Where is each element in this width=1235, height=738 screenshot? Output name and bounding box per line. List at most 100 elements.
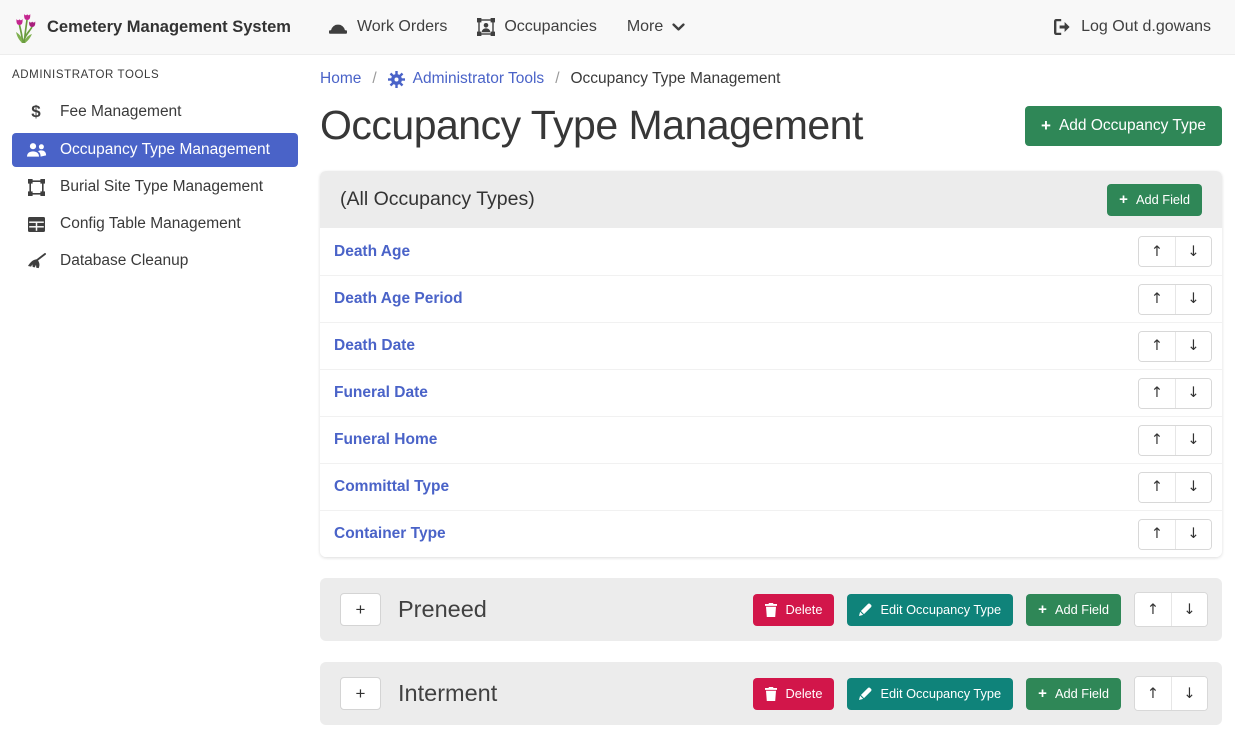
move-up-button[interactable]: ↑	[1139, 426, 1175, 455]
move-down-button[interactable]: ↓	[1171, 593, 1207, 626]
occupancy-type-section-interment: + Interment Delete	[320, 662, 1222, 725]
move-up-button[interactable]: ↑	[1135, 593, 1171, 626]
nav-label: Work Orders	[357, 18, 447, 36]
page-title: Occupancy Type Management	[320, 102, 863, 149]
occupancy-type-section-preneed: + Preneed Delete	[320, 578, 1222, 641]
sidebar-item-burial-site-type-management[interactable]: Burial Site Type Management	[12, 170, 298, 204]
sidebar-heading: ADMINISTRATOR TOOLS	[0, 61, 310, 91]
nav-label: Occupancies	[504, 18, 597, 36]
pencil-icon	[859, 603, 872, 616]
delete-button[interactable]: Delete	[753, 594, 834, 626]
move-up-button[interactable]: ↑	[1139, 379, 1175, 408]
edit-occupancy-type-button[interactable]: Edit Occupancy Type	[847, 678, 1013, 710]
sidebar-item-label: Fee Management	[60, 103, 182, 121]
sidebar-item-fee-management[interactable]: $ Fee Management	[12, 94, 298, 130]
sidebar-item-config-table-management[interactable]: Config Table Management	[12, 207, 298, 241]
move-up-button[interactable]: ↑	[1139, 285, 1175, 314]
chevron-down-icon	[672, 23, 685, 32]
move-down-button[interactable]: ↓	[1175, 332, 1211, 361]
edit-occupancy-type-button[interactable]: Edit Occupancy Type	[847, 594, 1013, 626]
field-link[interactable]: Funeral Date	[334, 384, 428, 402]
plus-icon: +	[1041, 117, 1051, 134]
table-icon	[25, 217, 47, 232]
logout-label: Log Out d.gowans	[1081, 18, 1211, 36]
field-row: Funeral Home ↑ ↓	[320, 416, 1222, 463]
field-row: Death Date ↑ ↓	[320, 322, 1222, 369]
move-down-button[interactable]: ↓	[1175, 473, 1211, 502]
nav-label: More	[627, 18, 663, 36]
move-down-button[interactable]: ↓	[1175, 237, 1211, 266]
users-icon	[25, 143, 47, 157]
sidebar-item-label: Database Cleanup	[60, 252, 188, 270]
nav-occupancies[interactable]: Occupancies	[462, 10, 612, 44]
trash-icon	[765, 603, 777, 617]
move-down-button[interactable]: ↓	[1175, 285, 1211, 314]
field-link[interactable]: Death Age	[334, 243, 410, 261]
hard-hat-icon	[328, 19, 348, 36]
reorder-buttons: ↑ ↓	[1138, 425, 1212, 456]
navbar-menu: Work Orders Occupancies More	[313, 10, 700, 44]
breadcrumb-administrator-tools[interactable]: Administrator Tools	[388, 70, 545, 88]
vector-frame-icon	[25, 179, 47, 196]
plus-icon: +	[1038, 602, 1047, 617]
nav-more[interactable]: More	[612, 10, 700, 44]
field-link[interactable]: Funeral Home	[334, 431, 437, 449]
reorder-buttons: ↑ ↓	[1134, 592, 1208, 627]
breadcrumb: Home /	[320, 68, 1222, 90]
tulip-logo-icon	[12, 11, 37, 44]
sidebar-item-label: Burial Site Type Management	[60, 178, 263, 196]
pencil-icon	[859, 687, 872, 700]
add-occupancy-type-button[interactable]: + Add Occupancy Type	[1025, 106, 1222, 146]
brand-link[interactable]: Cemetery Management System	[12, 11, 291, 44]
move-up-button[interactable]: ↑	[1139, 473, 1175, 502]
sign-out-icon	[1054, 19, 1072, 35]
breadcrumb-separator: /	[555, 70, 559, 88]
move-up-button[interactable]: ↑	[1139, 332, 1175, 361]
gear-icon	[388, 71, 405, 88]
dollar-icon: $	[25, 102, 47, 122]
move-up-button[interactable]: ↑	[1139, 237, 1175, 266]
sidebar-item-occupancy-type-management[interactable]: Occupancy Type Management	[12, 133, 298, 167]
field-link[interactable]: Committal Type	[334, 478, 449, 496]
breadcrumb-home[interactable]: Home	[320, 70, 361, 88]
main-content: Home /	[310, 55, 1235, 738]
field-row: Container Type ↑ ↓	[320, 510, 1222, 557]
section-actions: Delete Edit Occupancy Type + Add Field	[753, 676, 1208, 711]
reorder-buttons: ↑ ↓	[1138, 472, 1212, 503]
breadcrumb-separator: /	[372, 70, 376, 88]
person-frame-icon	[477, 18, 495, 36]
field-row: Funeral Date ↑ ↓	[320, 369, 1222, 416]
reorder-buttons: ↑ ↓	[1138, 519, 1212, 550]
add-field-button[interactable]: + Add Field	[1107, 184, 1202, 216]
field-row: Death Age ↑ ↓	[320, 228, 1222, 275]
add-field-button[interactable]: + Add Field	[1026, 678, 1121, 710]
move-down-button[interactable]: ↓	[1171, 677, 1207, 710]
delete-button[interactable]: Delete	[753, 678, 834, 710]
sidebar-item-database-cleanup[interactable]: Database Cleanup	[12, 244, 298, 278]
nav-work-orders[interactable]: Work Orders	[313, 10, 462, 44]
section-actions: Delete Edit Occupancy Type + Add Field	[753, 592, 1208, 627]
reorder-buttons: ↑ ↓	[1138, 378, 1212, 409]
field-link[interactable]: Death Age Period	[334, 290, 463, 308]
add-field-button[interactable]: + Add Field	[1026, 594, 1121, 626]
expand-button[interactable]: +	[340, 677, 381, 710]
move-down-button[interactable]: ↓	[1175, 379, 1211, 408]
logout-link[interactable]: Log Out d.gowans	[1054, 18, 1211, 36]
occupancy-type-name: Preneed	[398, 596, 487, 623]
occupancy-type-name: Interment	[398, 680, 497, 707]
expand-button[interactable]: +	[340, 593, 381, 626]
admin-tools-sidebar: ADMINISTRATOR TOOLS $ Fee Management Occ…	[0, 55, 310, 738]
move-up-button[interactable]: ↑	[1135, 677, 1171, 710]
top-navbar: Cemetery Management System Work Orders	[0, 0, 1235, 55]
move-down-button[interactable]: ↓	[1175, 520, 1211, 549]
move-down-button[interactable]: ↓	[1175, 426, 1211, 455]
field-row: Committal Type ↑ ↓	[320, 463, 1222, 510]
breadcrumb-current: Occupancy Type Management	[571, 70, 781, 88]
reorder-buttons: ↑ ↓	[1138, 331, 1212, 362]
reorder-buttons: ↑ ↓	[1134, 676, 1208, 711]
field-link[interactable]: Container Type	[334, 525, 446, 543]
plus-icon: +	[1038, 686, 1047, 701]
field-link[interactable]: Death Date	[334, 337, 415, 355]
broom-icon	[25, 253, 47, 269]
move-up-button[interactable]: ↑	[1139, 520, 1175, 549]
